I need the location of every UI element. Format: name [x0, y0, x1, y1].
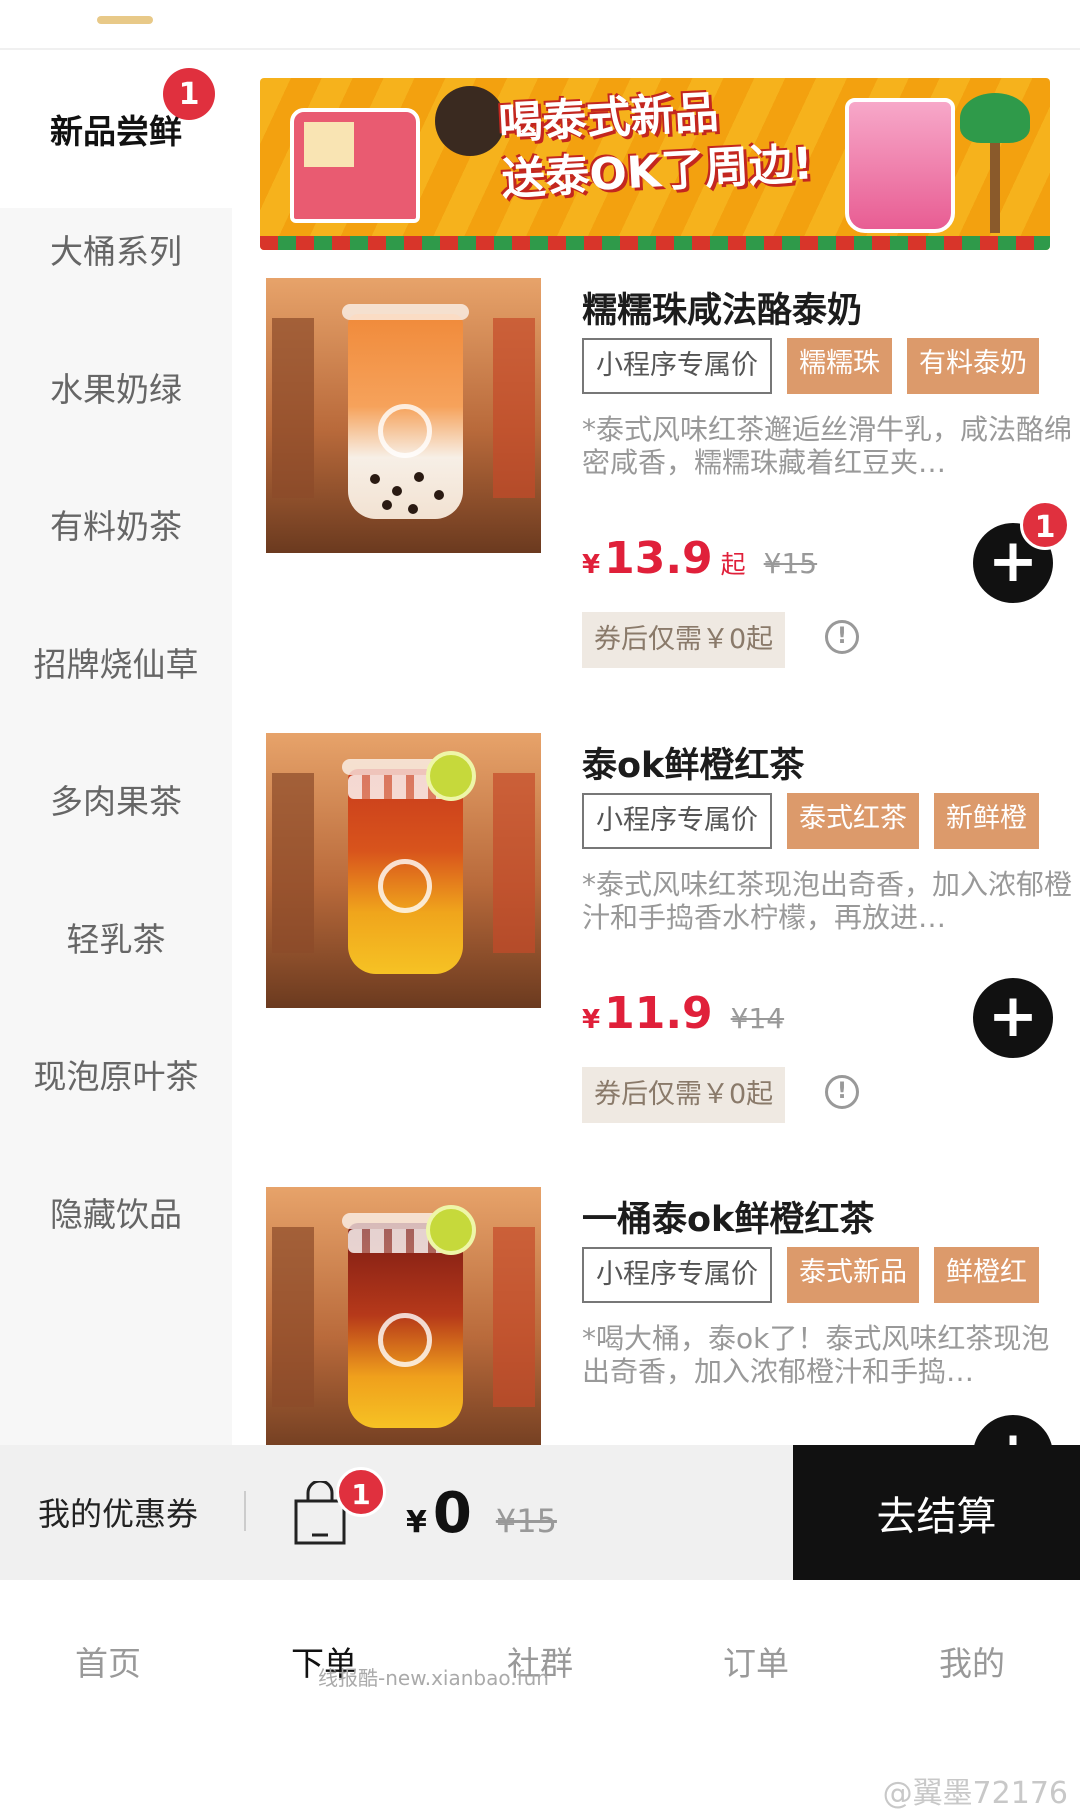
product-tag: 糯糯珠 — [787, 338, 892, 394]
product-tag: 小程序专属价 — [582, 1247, 772, 1303]
product-name: 一桶泰ok鲜橙红茶 — [582, 1200, 875, 1240]
price-value: 13.9 — [604, 533, 713, 584]
product-name: 泰ok鲜橙红茶 — [582, 746, 805, 786]
cart-total-value: 0 — [432, 1481, 472, 1546]
bottom-navigation: 首页 下单 社群 订单 我的 线报酷-new.xianbao.fun — [0, 1580, 1080, 1740]
sidebar-item-big-bucket[interactable]: 大桶系列 — [0, 170, 232, 328]
banner-line-1: 喝泰式新品 — [497, 87, 720, 150]
product-tag: 鲜橙红 — [934, 1247, 1039, 1303]
original-price: ¥15 — [763, 547, 818, 580]
info-icon[interactable]: ! — [825, 1075, 859, 1109]
coupon-price-tag: 券后仅需￥0起 — [582, 612, 786, 668]
info-icon[interactable]: ! — [825, 620, 859, 654]
category-sidebar: 新品尝鲜 1 大桶系列 水果奶绿 有料奶茶 招牌烧仙草 多肉果茶 轻乳茶 现泡原… — [0, 50, 232, 1445]
currency-symbol: ¥ — [582, 1005, 601, 1035]
product-description: *泰式风味红茶现泡出奇香，加入浓郁橙汁和手捣香水柠檬，再放进… — [582, 868, 1072, 934]
product-description: *泰式风味红茶邂逅丝滑牛乳，咸法酪绵密咸香，糯糯珠藏着红豆夹… — [582, 413, 1072, 479]
sidebar-item-fruit-tea[interactable]: 多肉果茶 — [0, 720, 232, 878]
product-description: *喝大桶，泰ok了！泰式风味红茶现泡出奇香，加入浓郁橙汁和手捣… — [582, 1322, 1050, 1388]
promo-banner[interactable]: 喝泰式新品 送泰OK了周边! — [260, 78, 1050, 250]
cart-bar: 我的优惠券 1 ¥ 0 ¥15 去结算 — [0, 1445, 1080, 1580]
product-card[interactable]: 泰ok鲜橙红茶 小程序专属价 泰式红茶 新鲜橙 *泰式风味红茶现泡出奇香，加入浓郁橙… — [260, 733, 1080, 1188]
sidebar-item-label: 大桶系列 — [50, 232, 182, 271]
price-value: 11.9 — [604, 988, 713, 1039]
sidebar-item-fruit-milk-green[interactable]: 水果奶绿 — [0, 308, 232, 466]
cart-count-badge: 1 — [336, 1467, 386, 1517]
nav-profile[interactable]: 我的 — [864, 1637, 1080, 1685]
sidebar-item-label: 有料奶茶 — [50, 507, 182, 546]
sidebar-item-light-milk-tea[interactable]: 轻乳茶 — [0, 858, 232, 1016]
product-tags: 小程序专属价 糯糯珠 有料泰奶 — [582, 338, 1080, 396]
person-illustration — [435, 86, 505, 156]
divider — [244, 1491, 246, 1531]
product-tag: 小程序专属价 — [582, 338, 772, 394]
sidebar-item-label: 招牌烧仙草 — [33, 645, 199, 684]
product-image[interactable] — [266, 1187, 541, 1462]
sidebar-item-label: 水果奶绿 — [50, 370, 182, 409]
currency-symbol: ¥ — [582, 550, 601, 580]
top-handle — [97, 16, 153, 24]
product-name: 糯糯珠咸法酪泰奶 — [582, 291, 863, 331]
product-tags: 小程序专属价 泰式新品 鲜橙红 — [582, 1247, 1080, 1305]
product-price: ¥ 13.9 起 ¥15 — [582, 533, 818, 584]
product-tags: 小程序专属价 泰式红茶 新鲜橙 — [582, 793, 1080, 851]
nav-orders[interactable]: 订单 — [648, 1637, 864, 1685]
banner-headline: 喝泰式新品 送泰OK了周边! — [497, 79, 832, 208]
sidebar-item-signature-grass-jelly[interactable]: 招牌烧仙草 — [0, 583, 232, 741]
sidebar-item-hidden-drinks[interactable]: 隐藏饮品 — [0, 1133, 232, 1291]
tuk-tuk-illustration — [290, 108, 420, 223]
cart-total: ¥ 0 ¥15 — [406, 1481, 557, 1546]
count-badge: 1 — [163, 68, 215, 120]
sidebar-item-leaf-tea[interactable]: 现泡原叶茶 — [0, 995, 232, 1153]
sidebar-item-milk-tea[interactable]: 有料奶茶 — [0, 445, 232, 603]
price-suffix: 起 — [720, 550, 746, 579]
add-to-cart-button[interactable]: + — [973, 978, 1053, 1058]
product-tag: 有料泰奶 — [907, 338, 1039, 394]
watermark-text: 线报酷-new.xianbao.fun — [318, 1666, 549, 1690]
product-card[interactable]: 糯糯珠咸法酪泰奶 小程序专属价 糯糯珠 有料泰奶 *泰式风味红茶邂逅丝滑牛乳，咸法酪… — [260, 278, 1080, 733]
cart-count-badge: 1 — [1020, 500, 1070, 550]
checkout-button[interactable]: 去结算 — [793, 1445, 1080, 1580]
sidebar-item-label: 隐藏饮品 — [50, 1195, 182, 1234]
cart-original-total: ¥15 — [495, 1502, 557, 1540]
product-image[interactable] — [266, 278, 541, 553]
sidebar-item-label: 多肉果茶 — [50, 782, 182, 821]
my-coupons-button[interactable]: 我的优惠券 — [38, 1489, 198, 1535]
weibo-watermark: @翼墨72176 — [882, 1776, 1068, 1809]
sidebar-item-label: 现泡原叶茶 — [33, 1057, 199, 1096]
product-image[interactable] — [266, 733, 541, 1008]
product-tag: 泰式红茶 — [787, 793, 919, 849]
nav-home[interactable]: 首页 — [0, 1637, 216, 1685]
product-price: ¥ 11.9 ¥14 — [582, 988, 785, 1039]
original-price: ¥14 — [730, 1002, 785, 1035]
sidebar-item-label: 新品尝鲜 — [50, 112, 182, 151]
drink-cup-illustration — [845, 98, 955, 233]
palm-tree-illustration — [960, 93, 1030, 233]
product-tag: 泰式新品 — [787, 1247, 919, 1303]
sidebar-item-label: 轻乳茶 — [66, 920, 166, 959]
currency-symbol: ¥ — [406, 1505, 427, 1540]
product-tag: 新鲜橙 — [934, 793, 1039, 849]
coupon-price-tag: 券后仅需￥0起 — [582, 1067, 786, 1123]
product-tag: 小程序专属价 — [582, 793, 772, 849]
